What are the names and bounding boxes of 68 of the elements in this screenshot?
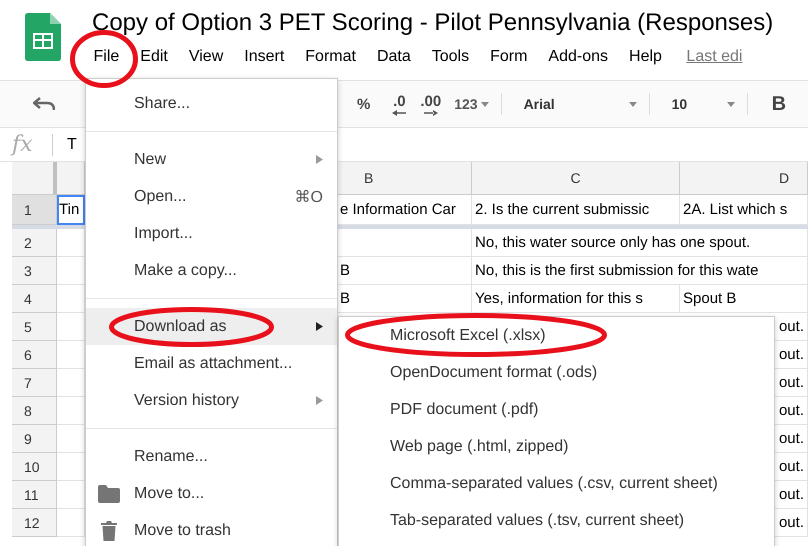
menu-item[interactable]: Move to trash [86,512,337,546]
corner-header[interactable] [12,162,57,195]
submenu-item[interactable]: Web page (.html, zipped) [339,428,774,465]
submenu-item[interactable]: Microsoft Excel (.xlsx) [339,317,774,354]
column-header[interactable] [57,162,85,195]
row-header[interactable]: 7 [12,369,57,397]
last-edit-link[interactable]: Last edi [686,48,742,66]
formula-value: T [67,136,77,154]
table-cell: No, this is the first submission for this wate [472,257,808,285]
column-header[interactable]: C [472,162,680,195]
row-header[interactable]: 12 [12,509,57,537]
folder-icon [98,484,120,502]
formula-label: fx [12,132,34,157]
menu-item[interactable]: Version history [86,382,337,419]
submenu-item[interactable]: OpenDocument format (.ods) [339,354,774,391]
table-cell: Spout B [680,285,808,313]
row-header[interactable]: 3 [12,257,57,285]
number-format-dropdown[interactable]: 123 [448,89,495,119]
submenu-item[interactable]: Comma-separated values (.csv, current sheet) [339,465,774,502]
menu-item[interactable]: Move to... [86,475,337,512]
menu-bar-item[interactable]: Insert [234,45,295,69]
row-header[interactable]: 6 [12,341,57,369]
right-arrow-icon [424,110,438,116]
shortcut-label: ⌘O [294,188,323,206]
row-header[interactable]: 10 [12,453,57,481]
row-header[interactable]: 11 [12,481,57,509]
table-cell: Yes, information for this s [472,285,680,313]
sheets-logo-icon [25,13,61,61]
menu-bar-item[interactable]: Add-ons [538,45,619,69]
bold-button[interactable]: B [768,92,790,116]
left-arrow-icon [392,110,406,116]
undo-icon[interactable] [33,97,55,111]
menu-item[interactable]: Share... [86,85,337,122]
menu-bar-item[interactable]: View [178,45,234,69]
menu-bar-item[interactable]: Form [480,45,538,69]
row-header[interactable]: 4 [12,285,57,313]
trash-icon [101,520,117,540]
row-header[interactable]: 2 [12,229,57,257]
table-cell: Tin [57,195,85,225]
menu-item[interactable]: Rename... [86,438,337,475]
increase-decimals-button[interactable]: .00 [413,89,448,119]
menu-item[interactable]: Open... ⌘O [86,178,337,215]
row-header[interactable]: 9 [12,425,57,453]
row-header[interactable]: 8 [12,397,57,425]
document-title: Copy of Option 3 PET Scoring - Pilot Pennsylvania (Responses) [92,8,774,38]
menu-item[interactable]: New [86,141,337,178]
menu-item[interactable]: Import... [86,215,337,252]
percent-format-button[interactable]: % [350,89,378,119]
menu-bar-item[interactable]: Help [618,45,672,69]
row-header[interactable]: 1 [12,195,57,225]
menu-item[interactable]: Make a copy... [86,252,337,289]
column-header[interactable]: B [338,162,472,195]
decrease-decimals-button[interactable]: .0 [385,89,414,119]
font-dropdown[interactable]: Arial [518,89,643,119]
caret-icon [628,102,637,106]
menu-item[interactable]: Email as attachment... [86,345,337,382]
font-size-dropdown[interactable]: 10 [666,89,741,119]
caret-icon [480,102,489,106]
submenu-item[interactable]: Tab-separated values (.tsv, current sheet) [339,502,774,539]
row-header[interactable]: 5 [12,313,57,341]
submenu-item[interactable]: PDF document (.pdf) [339,391,774,428]
menu-bar-item[interactable]: Data [366,45,422,69]
column-header[interactable]: D [680,162,808,195]
caret-icon [726,102,735,106]
table-cell: No, this water source only has one spout. [472,229,808,257]
menu-bar-item[interactable]: Format [294,45,366,69]
menu-bar-item[interactable]: Tools [421,45,480,69]
menu-bar-item[interactable]: Edit [130,45,178,69]
